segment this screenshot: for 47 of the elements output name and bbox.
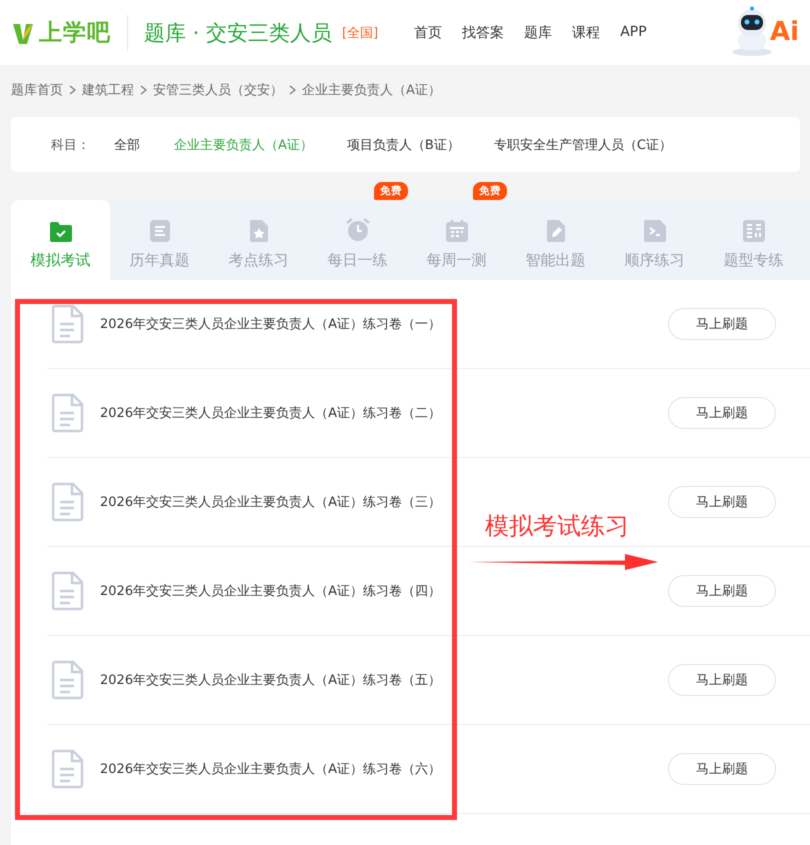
paper-title[interactable]: 2026年交安三类人员企业主要负责人（A证）练习卷（四） xyxy=(100,582,441,600)
paper-title[interactable]: 2026年交安三类人员企业主要负责人（A证）练习卷（二） xyxy=(100,404,441,422)
nav-link[interactable]: 找答案 xyxy=(462,24,504,42)
nav-link[interactable]: 题库 xyxy=(524,24,552,42)
start-practice-button[interactable]: 马上刷题 xyxy=(668,308,776,340)
paper-title[interactable]: 2026年交安三类人员企业主要负责人（A证）练习卷（六） xyxy=(100,760,441,778)
start-practice-button[interactable]: 马上刷题 xyxy=(668,486,776,518)
paper-title[interactable]: 2026年交安三类人员企业主要负责人（A证）练习卷（五） xyxy=(100,671,441,689)
alarm-clock-icon xyxy=(344,217,370,243)
breadcrumb-link[interactable]: 企业主要负责人（A证） xyxy=(302,81,441,99)
document-icon xyxy=(52,749,84,789)
mascot-text: Ai xyxy=(770,17,800,47)
nav-link[interactable]: 课程 xyxy=(572,24,600,42)
paper-title[interactable]: 2026年交安三类人员企业主要负责人（A证）练习卷（三） xyxy=(100,493,441,511)
grid-list-icon xyxy=(742,219,766,243)
start-practice-button[interactable]: 马上刷题 xyxy=(668,753,776,785)
subject-option[interactable]: 全部 xyxy=(114,136,140,154)
document-icon xyxy=(52,304,84,344)
list-icon xyxy=(148,219,170,243)
paper-title[interactable]: 2026年交安三类人员企业主要负责人（A证）练习卷（一） xyxy=(100,315,441,333)
start-practice-button[interactable]: 马上刷题 xyxy=(668,397,776,429)
chevron-icon xyxy=(69,85,76,95)
breadcrumb-link[interactable]: 安管三类人员（交安） xyxy=(153,81,283,99)
start-practice-button[interactable]: 马上刷题 xyxy=(668,575,776,607)
calendar-icon xyxy=(444,219,468,243)
chevron-icon xyxy=(140,85,147,95)
document-icon xyxy=(52,482,84,522)
subject-option[interactable]: 专职安全生产管理人员（C证） xyxy=(494,136,672,154)
filter-label: 科目： xyxy=(51,136,90,154)
annotation-text: 模拟考试练习 xyxy=(485,511,629,542)
nav-link[interactable]: APP xyxy=(620,24,647,42)
star-document-icon xyxy=(248,219,268,243)
site-title: 题库 · 交安三类人员 xyxy=(144,20,332,46)
subject-option[interactable]: 项目负责人（B证） xyxy=(346,136,460,154)
start-practice-button[interactable]: 马上刷题 xyxy=(668,664,776,696)
folder-check-icon xyxy=(48,221,72,243)
code-document-icon xyxy=(642,219,666,243)
breadcrumb-link[interactable]: 建筑工程 xyxy=(82,81,134,99)
nav-link[interactable]: 首页 xyxy=(414,24,442,42)
breadcrumb-link[interactable]: 题库首页 xyxy=(11,81,63,99)
free-badge: 免费 xyxy=(374,182,408,200)
document-icon xyxy=(52,571,84,611)
pencil-document-icon xyxy=(546,219,566,243)
document-icon xyxy=(52,393,84,433)
document-icon xyxy=(52,660,84,700)
free-badge: 免费 xyxy=(473,182,507,200)
chevron-icon xyxy=(289,85,296,95)
